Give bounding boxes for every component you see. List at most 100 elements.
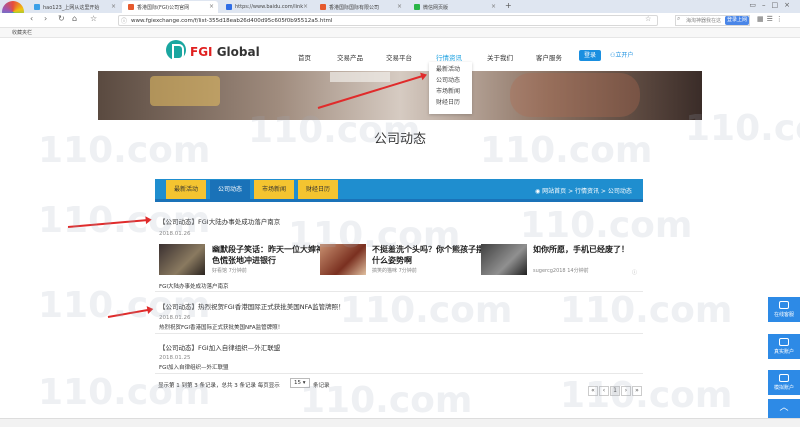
chat-icon: [779, 301, 789, 309]
market-news-dropdown: 最新活动 公司动态 市场新闻 财经日历: [429, 62, 472, 114]
divider: [155, 291, 643, 292]
bookmarks-bar[interactable]: 收藏夹栏: [0, 28, 800, 38]
lock-icon: ⓘ: [121, 18, 128, 25]
browser-status-bar: [0, 418, 800, 427]
user-icon: [779, 374, 789, 382]
article-title[interactable]: 【公司动态】热烈祝贺FGI香港国际正式获批美国NFA监管牌照！: [159, 301, 345, 311]
new-tab-icon[interactable]: +: [505, 1, 512, 10]
side-online-service[interactable]: 在线客服: [768, 297, 800, 322]
ad-thumbnail[interactable]: [159, 244, 205, 275]
divider: [155, 333, 643, 334]
ad-title[interactable]: 色慌张地冲进银行: [212, 255, 276, 266]
browser-login-button[interactable]: 登录上网: [725, 16, 749, 25]
watermark: 110.com: [38, 372, 211, 413]
subnav-company[interactable]: 公司动态: [210, 180, 250, 199]
article-date: 2018.01.25: [159, 355, 191, 361]
ad-title[interactable]: 什么姿势啊: [372, 255, 412, 266]
article-desc: FGI大陆办事处成功落户南京: [159, 284, 229, 290]
browser-tab[interactable]: 微信网页版 ×: [408, 1, 500, 13]
divider: [155, 373, 643, 374]
subnav-news[interactable]: 市场新闻: [254, 180, 294, 199]
bookmark-star-icon[interactable]: ☆: [645, 15, 651, 23]
tab-close-icon[interactable]: ×: [491, 3, 496, 10]
chevron-down-icon: ▾: [302, 380, 306, 386]
menu-icon[interactable]: ▦☰⋮: [757, 15, 786, 23]
article-desc: FGI加入自律组织—外汇联盟: [159, 365, 229, 371]
pagination-info: 显示第 1 到第 3 条记录，总共 3 条记录 每页显示: [158, 383, 280, 389]
ad-thumbnail[interactable]: [481, 244, 527, 275]
ad-meta: 搞笑的猫咪 7分钟前: [372, 268, 417, 274]
watermark: 110.com: [560, 290, 733, 331]
side-real-account[interactable]: 真实账户: [768, 334, 800, 359]
pagination-tail: 条记录: [313, 383, 330, 389]
browser-tab[interactable]: https://www.baidu.com/link ×: [220, 1, 312, 13]
home-icon[interactable]: ⌂: [72, 14, 77, 23]
nav-about[interactable]: 关于我们: [487, 52, 513, 62]
nav-home[interactable]: 首页: [298, 52, 311, 62]
ad-meta: sugercg2018 14分钟前: [533, 268, 589, 274]
nav-platform[interactable]: 交易平台: [386, 52, 412, 62]
page-next-button[interactable]: ›: [621, 386, 631, 396]
nav-service[interactable]: 客户服务: [536, 52, 562, 62]
fgi-logo-icon[interactable]: [166, 40, 186, 60]
tab-favicon-icon: [320, 4, 326, 10]
login-button[interactable]: 登录: [579, 50, 601, 61]
dropdown-item-latest[interactable]: 最新活动: [429, 64, 472, 75]
page-first-button[interactable]: «: [588, 386, 598, 396]
ad-title[interactable]: 不挺羞洗个头吗？你个熊孩子摆: [372, 244, 484, 255]
ad-meta: 好看馆 7分钟前: [212, 268, 247, 274]
nav-products[interactable]: 交易产品: [337, 52, 363, 62]
annotation-arrow: [107, 308, 152, 318]
nav-market-news[interactable]: 行情资讯: [436, 52, 462, 62]
browser-tab[interactable]: 香港国际国际有限公司 ×: [314, 1, 406, 13]
browser-tab-active[interactable]: 香港国际(FGI)公司官网 ×: [122, 1, 218, 13]
star-icon[interactable]: ☆: [90, 14, 97, 23]
tab-favicon-icon: [128, 4, 134, 10]
banner-decor: [330, 72, 390, 82]
window-controls[interactable]: ▭–□×: [749, 1, 796, 9]
browser-tab[interactable]: hao123_上网从这里开始 ×: [28, 1, 120, 13]
breadcrumb[interactable]: ◉ 网站首页 > 行情资讯 > 公司动态: [535, 186, 632, 195]
open-account-link[interactable]: ⚇立开户: [610, 50, 633, 59]
page-1-button[interactable]: 1: [610, 386, 620, 396]
banner-decor: [150, 76, 220, 106]
watermark: 110.com: [560, 375, 733, 416]
article-desc: 热烈祝贺FGI香港国际正式获批美国NFA监管牌照！: [159, 325, 284, 331]
page-title: 公司动态: [373, 132, 426, 147]
article-title[interactable]: 【公司动态】FGI大陆办事处成功落户南京: [159, 216, 280, 226]
annotation-arrow: [67, 218, 150, 228]
search-icon[interactable]: ⌕: [677, 15, 680, 23]
ad-title[interactable]: 幽默段子笑话：昨天一位大婶神: [212, 244, 324, 255]
tab-favicon-icon: [414, 4, 420, 10]
side-back-to-top[interactable]: ︿: [768, 399, 800, 418]
tab-close-icon[interactable]: ×: [209, 3, 214, 10]
page-prev-button[interactable]: ‹: [599, 386, 609, 396]
article-date: 2018.01.26: [159, 315, 191, 321]
ad-title[interactable]: 如你所愿，手机已经废了！: [533, 244, 629, 255]
dropdown-item-news[interactable]: 市场新闻: [429, 86, 472, 97]
dropdown-item-calendar[interactable]: 财经日历: [429, 97, 472, 108]
arrow-up-icon: ︿: [779, 403, 789, 413]
site-logo-text[interactable]: FGI Global: [190, 45, 260, 59]
tab-close-icon[interactable]: ×: [303, 3, 308, 10]
tab-close-icon[interactable]: ×: [397, 3, 402, 10]
per-page-select[interactable]: 15 ▾: [290, 378, 310, 388]
reload-icon[interactable]: ↻: [58, 14, 65, 23]
subnav-calendar[interactable]: 财经日历: [298, 180, 338, 199]
subnav-latest[interactable]: 最新活动: [166, 180, 206, 199]
tab-favicon-icon: [226, 4, 232, 10]
watermark: 110.com: [520, 205, 693, 246]
user-icon: [779, 338, 789, 346]
watermark: 110.com: [340, 290, 513, 331]
back-icon[interactable]: ‹: [30, 14, 33, 23]
ad-close-icon[interactable]: ⓘ: [632, 269, 637, 276]
article-title[interactable]: 【公司动态】FGI加入自律组织—外汇联盟: [159, 342, 280, 352]
side-demo-account[interactable]: 模拟账户: [768, 370, 800, 395]
banner-decor: [510, 73, 640, 117]
tab-close-icon[interactable]: ×: [111, 3, 116, 10]
url-input[interactable]: www.fgiexchange.com/f/list-355d18eab26d4…: [118, 15, 658, 26]
ad-thumbnail[interactable]: [320, 244, 366, 275]
dropdown-item-company[interactable]: 公司动态: [429, 75, 472, 86]
page-last-button[interactable]: »: [632, 386, 642, 396]
forward-icon[interactable]: ›: [44, 14, 47, 23]
